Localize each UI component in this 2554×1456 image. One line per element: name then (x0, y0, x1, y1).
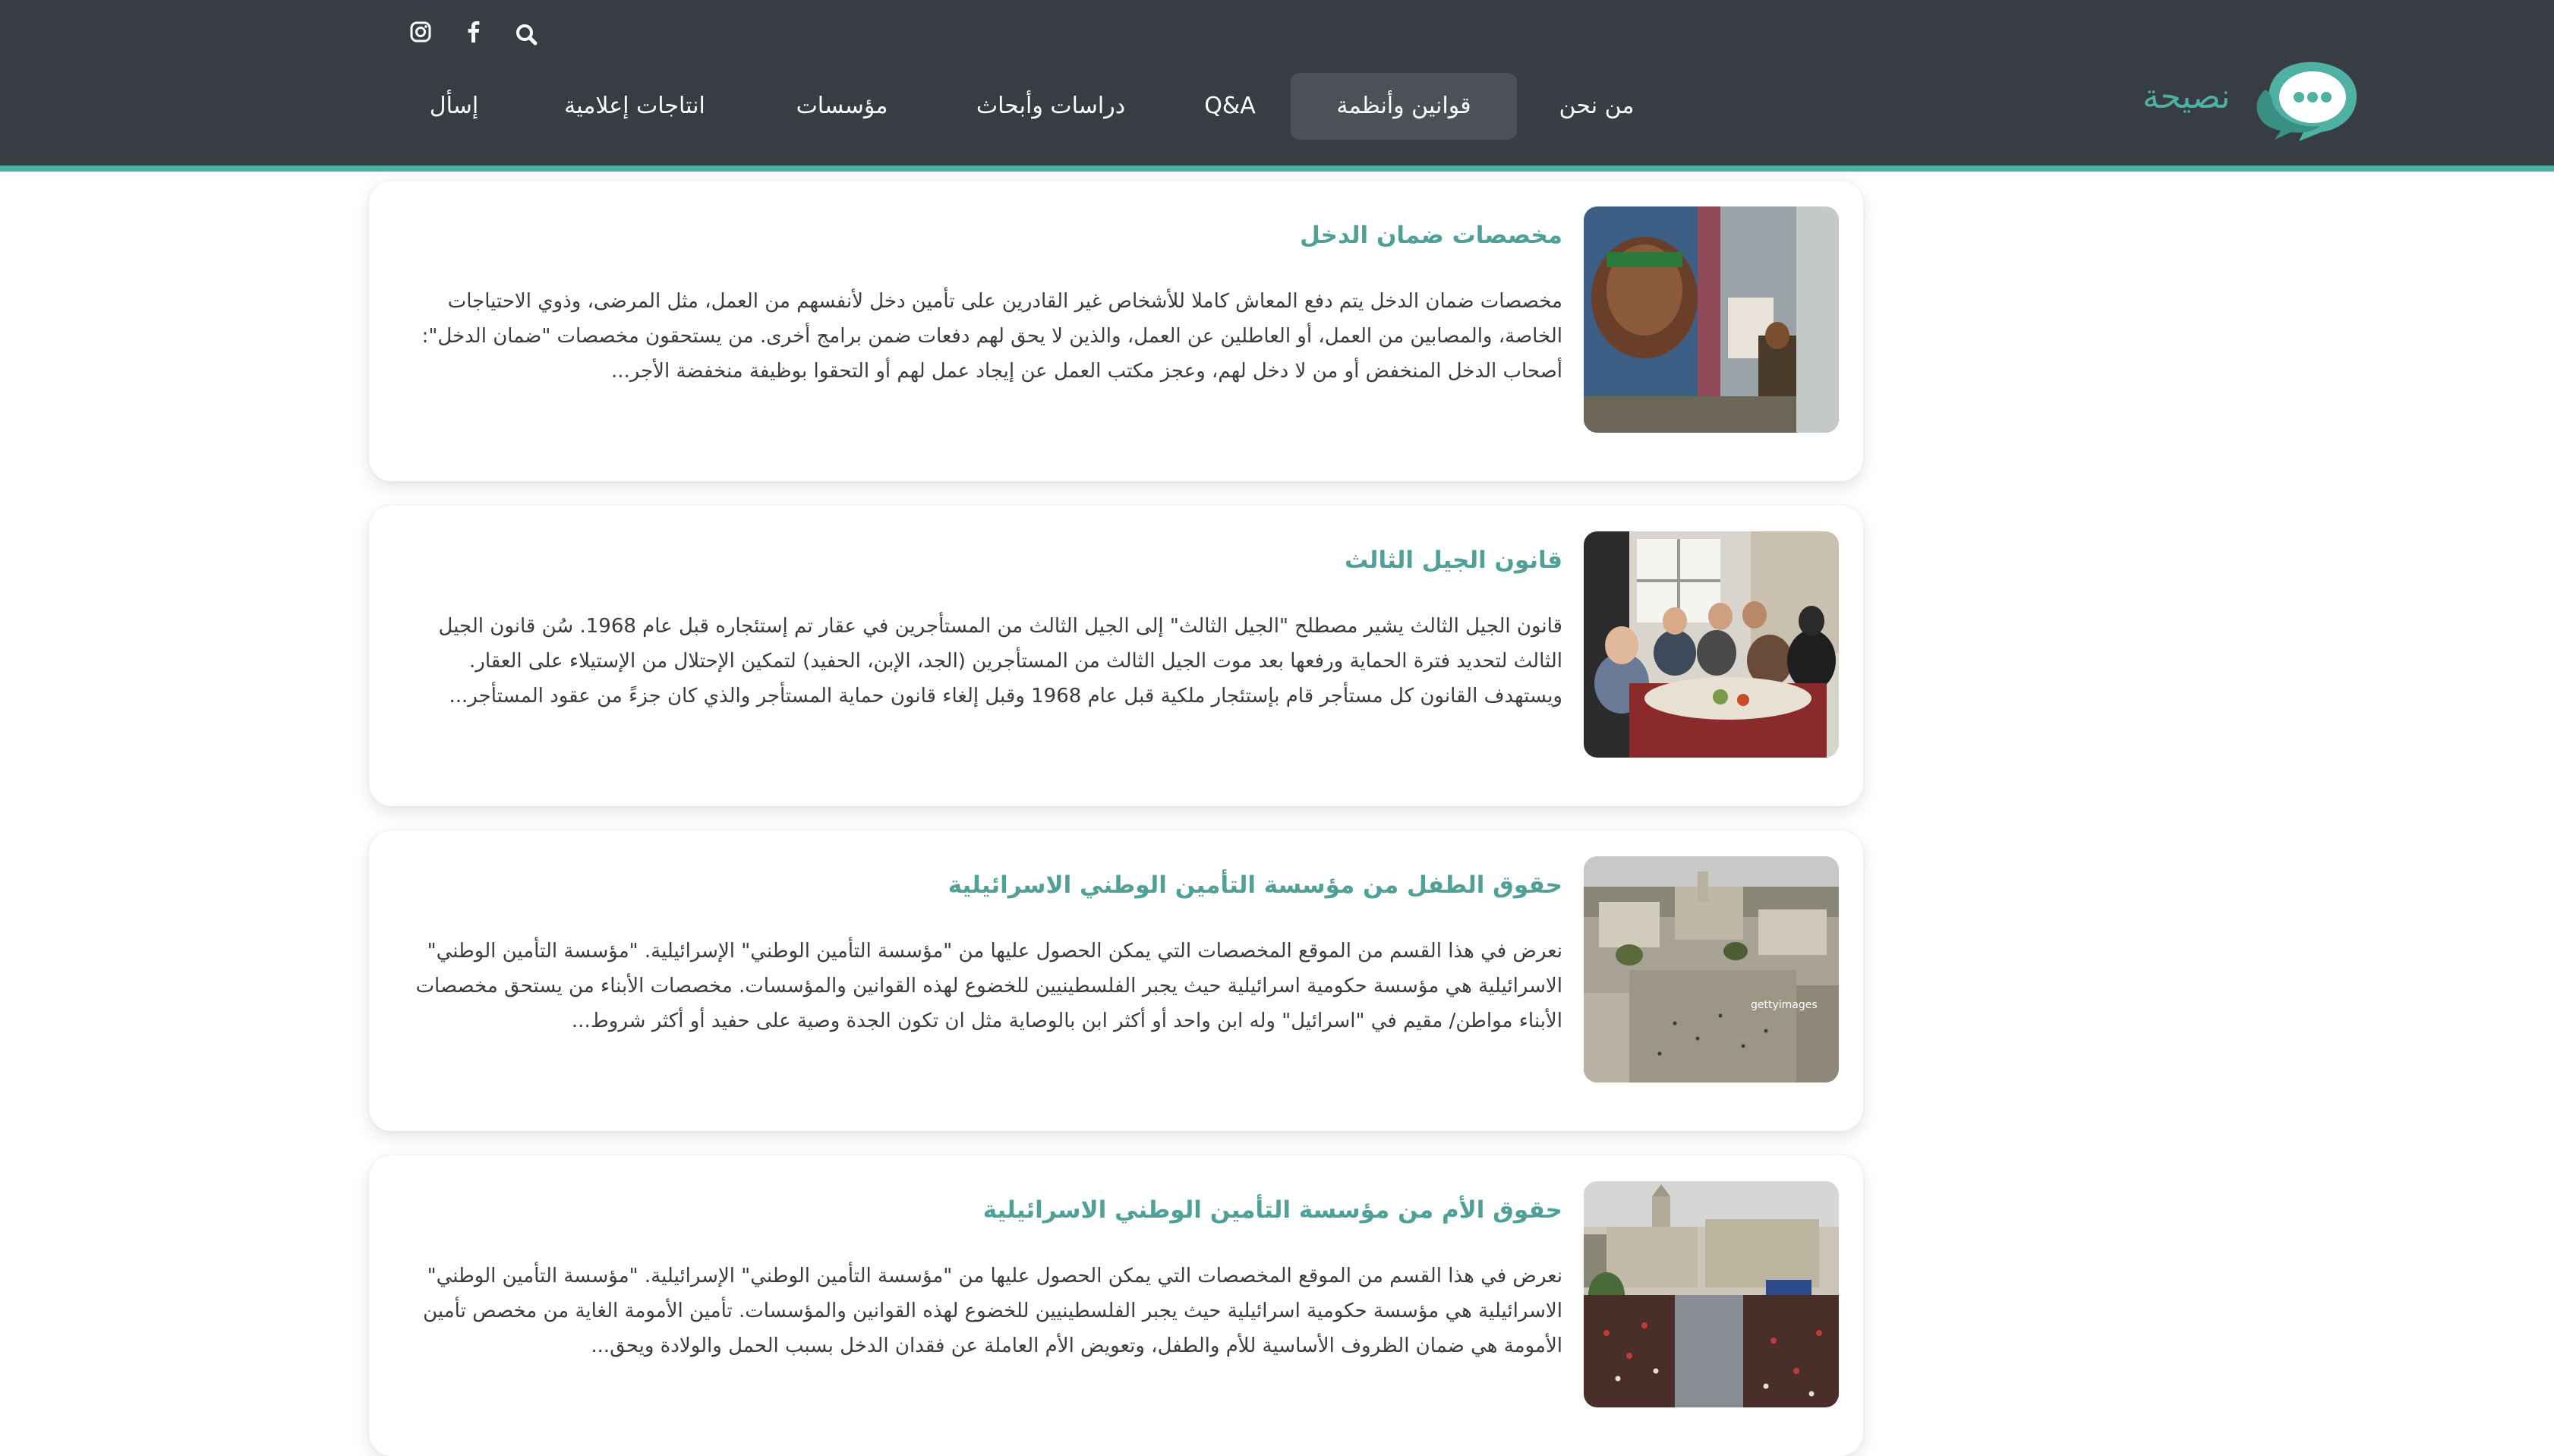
site-header: نصيحة من نحن قوانين وأنظمة Q&A دراسات وأ… (0, 0, 2554, 172)
article-card[interactable]: قانون الجيل الثالث قانون الجيل الثالث يش… (369, 506, 1863, 806)
article-excerpt: نعرض في هذا القسم من الموقع المخصصات الت… (423, 1265, 1562, 1357)
nav-item-laws[interactable]: قوانين وأنظمة (1291, 73, 1517, 140)
instagram-icon[interactable] (405, 17, 436, 47)
article-excerpt: نعرض في هذا القسم من الموقع المخصصات الت… (415, 940, 1562, 1032)
facebook-icon[interactable] (459, 17, 489, 47)
article-title[interactable]: مخصصات ضمان الدخل (424, 222, 1562, 249)
old-city-aerial-photo[interactable]: gettyimages (1584, 856, 1839, 1083)
search-icon[interactable] (512, 18, 542, 49)
nav-item-qa[interactable]: Q&A (1192, 73, 1268, 140)
mural-wall-photo[interactable] (1584, 206, 1839, 433)
nav-item-studies[interactable]: دراسات وأبحاث (955, 73, 1146, 140)
nav-item-about[interactable]: من نحن (1541, 73, 1652, 140)
gettyimages-watermark: gettyimages (1751, 999, 1818, 1011)
article-card[interactable]: حقوق الأم من مؤسسة التأمين الوطني الاسرا… (369, 1155, 1863, 1456)
article-card[interactable]: gettyimages حقوق الطفل من مؤسسة التأمين … (369, 830, 1863, 1131)
article-card[interactable]: مخصصات ضمان الدخل مخصصات ضمان الدخل يتم … (369, 181, 1863, 481)
speech-bubble-icon (2256, 61, 2357, 141)
article-excerpt: مخصصات ضمان الدخل يتم دفع المعاش كاملا ل… (421, 290, 1562, 383)
crowd-square-photo[interactable] (1584, 1181, 1839, 1407)
article-excerpt: قانون الجيل الثالث يشير مصطلح "الجيل الث… (438, 615, 1562, 708)
article-title[interactable]: حقوق الطفل من مؤسسة التأمين الوطني الاسر… (424, 871, 1562, 899)
nav-item-institutions[interactable]: مؤسسات (774, 73, 910, 140)
logo-text: نصيحة (2143, 77, 2231, 116)
article-title[interactable]: قانون الجيل الثالث (424, 547, 1562, 574)
nav-item-media[interactable]: انتاجات إعلامية (548, 73, 721, 140)
article-title[interactable]: حقوق الأم من مؤسسة التأمين الوطني الاسرا… (424, 1196, 1562, 1224)
family-dinner-photo[interactable] (1584, 531, 1839, 758)
nav-item-ask[interactable]: إسأل (416, 73, 492, 140)
